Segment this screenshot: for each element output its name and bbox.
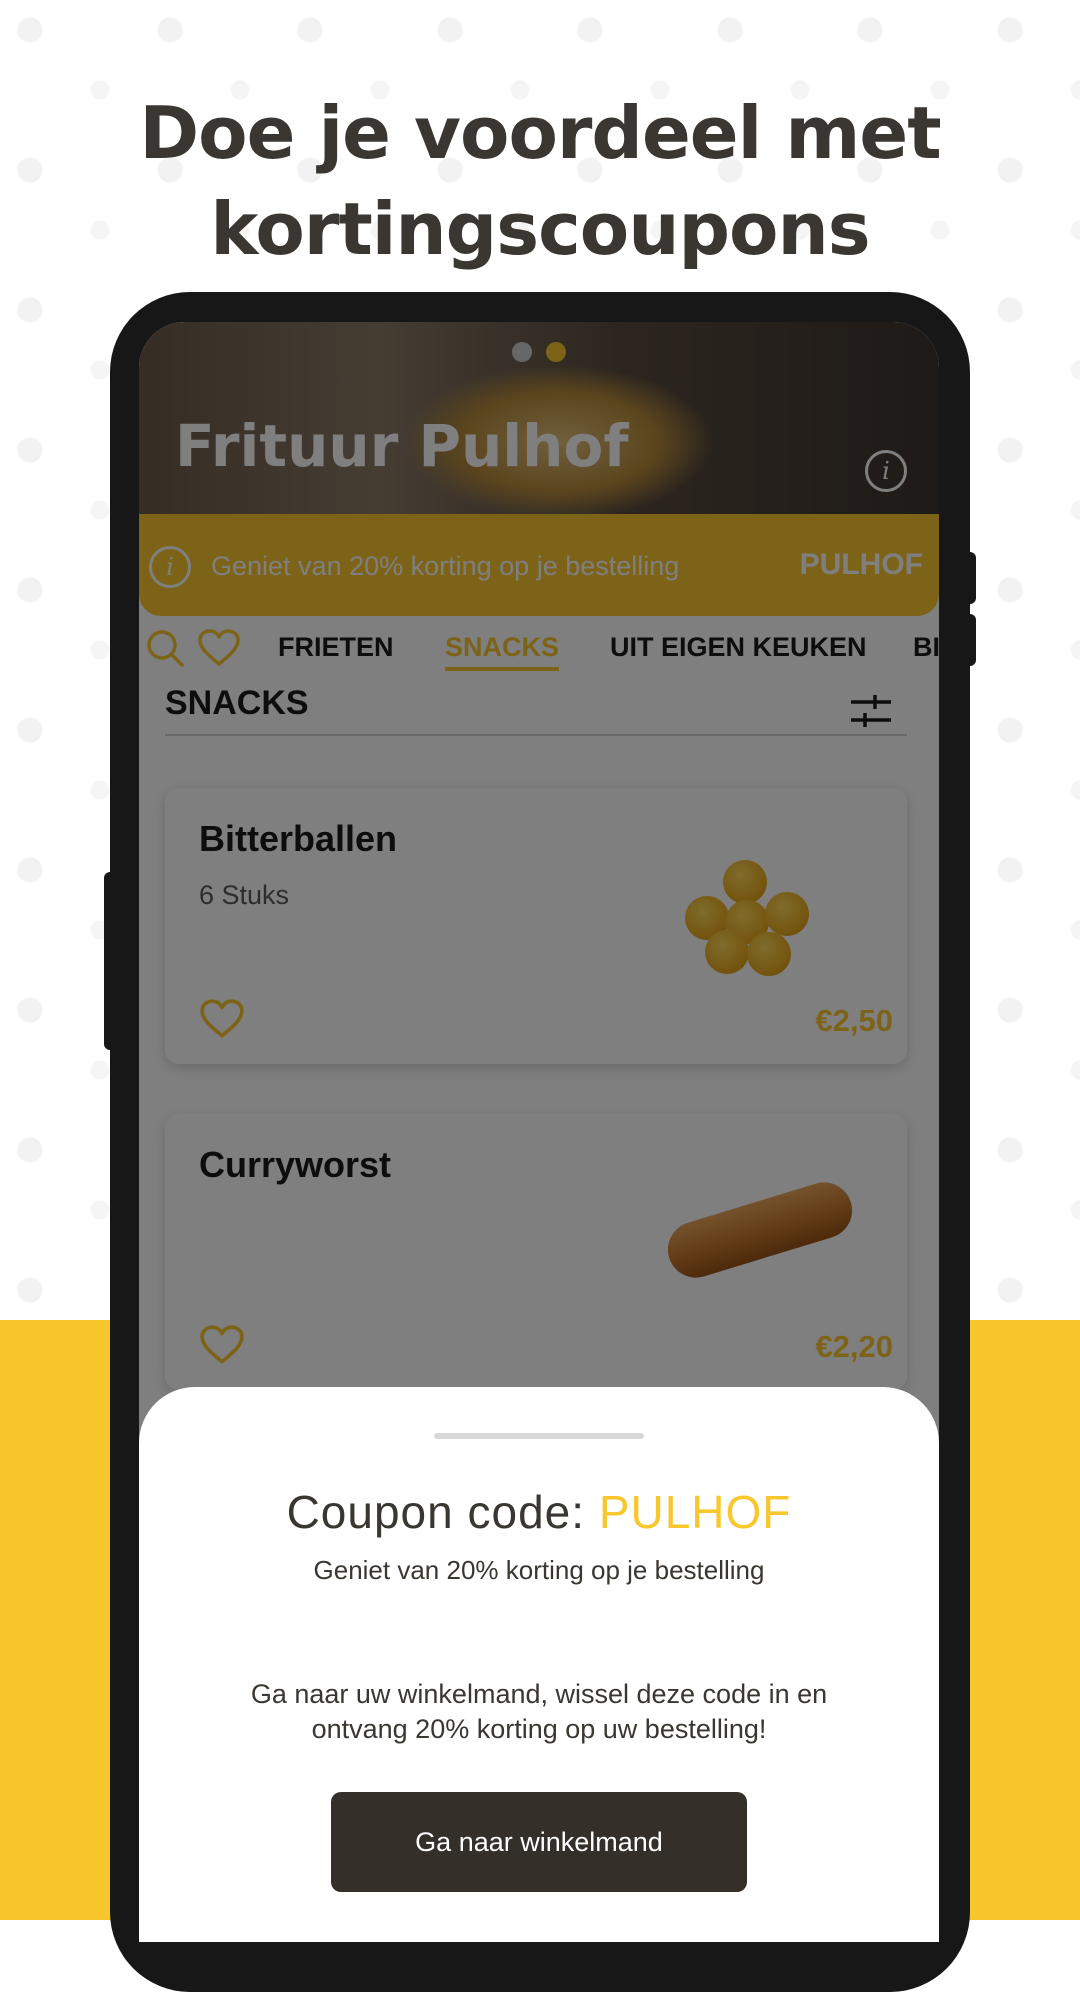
coupon-subtitle: Geniet van 20% korting op je bestelling	[313, 1555, 765, 1585]
coupon-instructions: Ga naar uw winkelmand, wissel deze code …	[250, 1679, 828, 1744]
coupon-bottom-sheet: Coupon code: PULHOF Geniet van 20% korti…	[139, 1387, 939, 1942]
coupon-title: Coupon code: PULHOF	[139, 1485, 939, 1539]
phone-side-button	[104, 872, 118, 1050]
headline-line-1: Doe je voordeel met	[139, 91, 941, 175]
headline-line-2: kortingscoupons	[210, 187, 870, 271]
phone-screen: Frituur Pulhof i i Geniet van 20% kortin…	[139, 322, 939, 1942]
phone-volume-down-button	[962, 614, 976, 666]
coupon-code: PULHOF	[598, 1486, 792, 1538]
sheet-drag-handle[interactable]	[434, 1433, 644, 1439]
go-to-cart-button[interactable]: Ga naar winkelmand	[331, 1792, 747, 1892]
promo-headline: Doe je voordeel met kortingscoupons	[0, 85, 1080, 277]
phone-volume-up-button	[962, 552, 976, 604]
coupon-title-prefix: Coupon code:	[286, 1486, 599, 1538]
